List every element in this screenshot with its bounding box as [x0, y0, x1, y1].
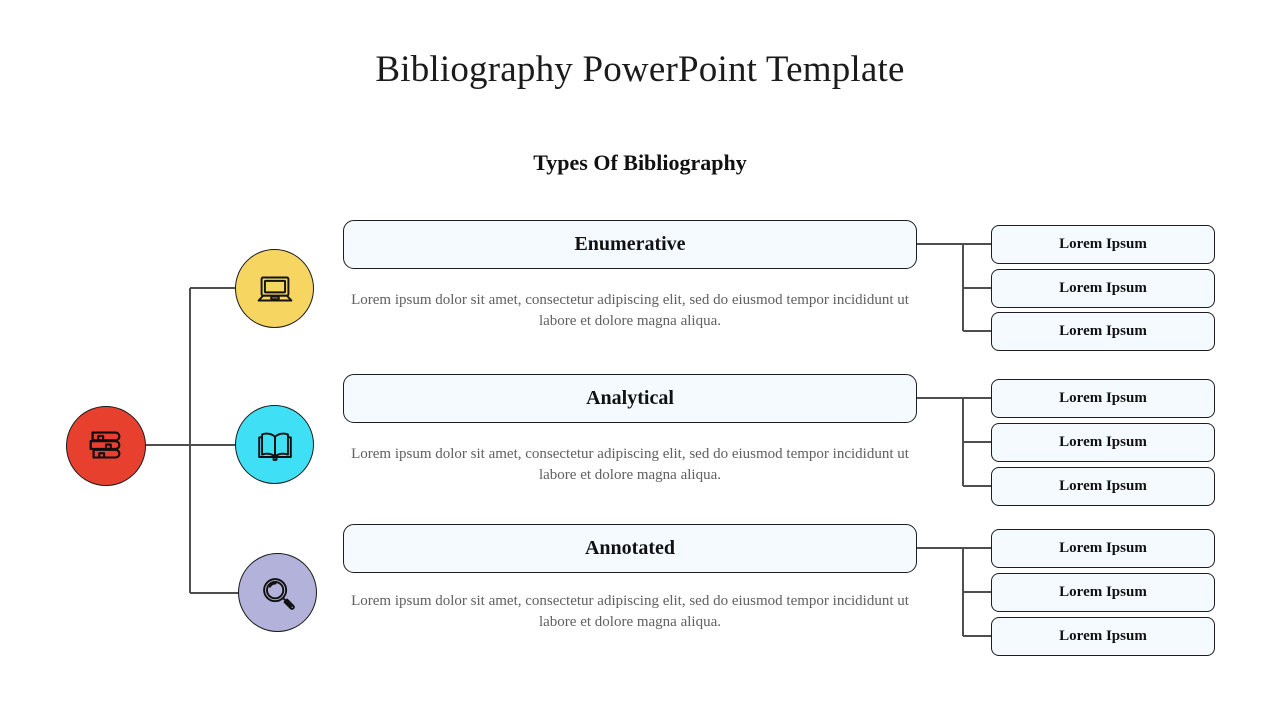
sub-item-label: Lorem Ipsum	[1059, 434, 1147, 450]
category-box-enumerative[interactable]: Enumerative	[343, 220, 917, 269]
category-title: Analytical	[586, 387, 674, 409]
sub-item-label: Lorem Ipsum	[1059, 323, 1147, 339]
stack-of-books-icon	[83, 423, 129, 469]
sub-item-box[interactable]: Lorem Ipsum	[991, 467, 1215, 506]
sub-item-box[interactable]: Lorem Ipsum	[991, 312, 1215, 351]
branch-node-analytical[interactable]	[235, 405, 314, 484]
page-title: Bibliography PowerPoint Template	[375, 49, 905, 90]
sub-item-label: Lorem Ipsum	[1059, 390, 1147, 406]
category-title: Annotated	[584, 537, 675, 559]
sub-item-label: Lorem Ipsum	[1059, 540, 1147, 556]
sub-item-box[interactable]: Lorem Ipsum	[991, 379, 1215, 418]
category-description-analytical: Lorem ipsum dolor sit amet, consectetur …	[351, 446, 909, 483]
magnifying-glass-icon	[255, 570, 301, 616]
category-description-enumerative: Lorem ipsum dolor sit amet, consectetur …	[351, 292, 909, 329]
sub-item-box[interactable]: Lorem Ipsum	[991, 529, 1215, 568]
sub-item-box[interactable]: Lorem Ipsum	[991, 423, 1215, 462]
open-book-icon	[252, 422, 298, 468]
sub-item-label: Lorem Ipsum	[1059, 236, 1147, 252]
sub-item-label: Lorem Ipsum	[1059, 584, 1147, 600]
category-box-annotated[interactable]: Annotated	[343, 524, 917, 573]
sub-item-box[interactable]: Lorem Ipsum	[991, 617, 1215, 656]
category-box-analytical[interactable]: Analytical	[343, 374, 917, 423]
section-title: Types Of Bibliography	[533, 150, 747, 175]
laptop-icon	[252, 266, 298, 312]
branch-node-annotated[interactable]	[238, 553, 317, 632]
slide-canvas: Bibliography PowerPoint Template Types O…	[0, 0, 1280, 720]
sub-item-box[interactable]: Lorem Ipsum	[991, 573, 1215, 612]
branch-node-enumerative[interactable]	[235, 249, 314, 328]
sub-item-label: Lorem Ipsum	[1059, 280, 1147, 296]
category-description-annotated: Lorem ipsum dolor sit amet, consectetur …	[351, 593, 909, 630]
sub-item-label: Lorem Ipsum	[1059, 628, 1147, 644]
root-node[interactable]	[66, 406, 146, 486]
sub-item-box[interactable]: Lorem Ipsum	[991, 225, 1215, 264]
sub-item-box[interactable]: Lorem Ipsum	[991, 269, 1215, 308]
sub-item-label: Lorem Ipsum	[1059, 478, 1147, 494]
category-title: Enumerative	[574, 233, 686, 255]
